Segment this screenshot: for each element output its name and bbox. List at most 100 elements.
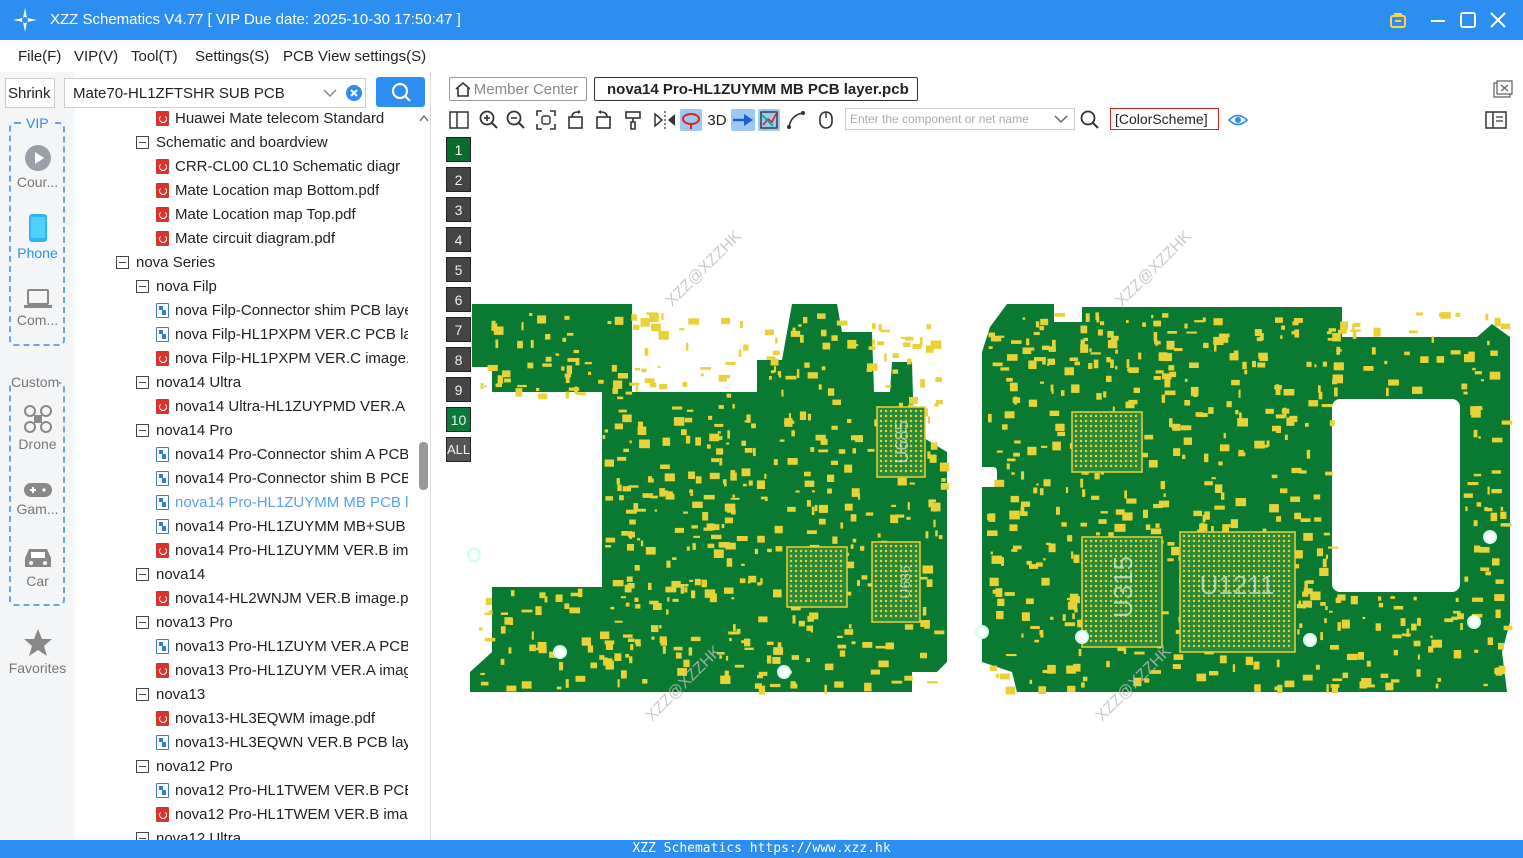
tree-folder-row[interactable]: nova14: [136, 562, 205, 586]
collapse-toggle-icon[interactable]: [136, 375, 149, 389]
collapse-toggle-icon[interactable]: [136, 423, 149, 437]
layer-button-6[interactable]: 6: [446, 287, 471, 312]
tree-file-row[interactable]: nova Filp-HL1PXPM VER.C image.p: [156, 346, 408, 370]
menu-pcb-view-settings[interactable]: PCB View settings(S): [283, 48, 426, 65]
tree-file-row[interactable]: nova14 Pro-HL1ZUYMM MB+SUB: [156, 514, 406, 538]
tree-file-row[interactable]: nova14 Pro-Connector shim B PCB: [156, 466, 408, 490]
tree-folder-row[interactable]: nova14 Ultra: [136, 370, 241, 394]
mouse-icon[interactable]: [815, 109, 837, 131]
split-view-icon[interactable]: [448, 109, 470, 131]
tree-folder-row[interactable]: nova14 Pro: [136, 418, 233, 442]
layer-button-9[interactable]: 9: [446, 377, 471, 402]
side-panel-icon[interactable]: [1485, 109, 1507, 131]
collapse-toggle-icon[interactable]: [136, 615, 149, 629]
collapse-toggle-icon[interactable]: [136, 831, 149, 840]
layer-button-3[interactable]: 3: [446, 197, 471, 222]
tab-member-center[interactable]: Member Center: [449, 77, 587, 101]
model-search-combo[interactable]: Mate70-HL1ZFTSHR SUB PCB: [64, 78, 366, 108]
tree-file-row[interactable]: Huawei Mate telecom Standard: [156, 108, 384, 130]
layer-button-1[interactable]: 1: [446, 137, 471, 162]
probe-icon[interactable]: [680, 109, 702, 131]
tree-file-row[interactable]: nova13-HL3EQWM image.pdf: [156, 706, 375, 730]
color-scheme-button[interactable]: [ColorScheme]: [1110, 108, 1219, 130]
layer-button-8[interactable]: 8: [446, 347, 471, 372]
tree-file-row[interactable]: nova Filp-Connector shim PCB laye: [156, 298, 408, 322]
nav-item-game[interactable]: Gam...: [0, 481, 75, 517]
tree-file-row[interactable]: nova13-HL3EQWN VER.B PCB layer: [156, 730, 408, 754]
tree-file-row[interactable]: nova12 Pro-HL1TWEM VER.B imag: [156, 802, 408, 826]
nav-item-computer[interactable]: Com...: [0, 288, 75, 328]
nav-item-car[interactable]: Car: [0, 545, 75, 589]
tree-file-row[interactable]: nova Filp-HL1PXPM VER.C PCB lay: [156, 322, 408, 346]
layer-button-all[interactable]: ALL: [446, 437, 471, 462]
mirror-icon[interactable]: [654, 109, 676, 131]
tree-scrollbar[interactable]: [418, 112, 430, 840]
scrollbar-thumb[interactable]: [419, 442, 428, 490]
vip-bag-icon[interactable]: [1386, 8, 1410, 32]
tree-folder-row[interactable]: nova12 Pro: [136, 754, 233, 778]
3d-view-button[interactable]: 3D: [705, 109, 729, 131]
tree-file-row[interactable]: nova14 Pro-HL1ZUYMM MB PCB l: [156, 490, 408, 514]
trace-icon[interactable]: [785, 109, 807, 131]
pcb-board-view[interactable]: U685U686 U315 U1211 XZZ@XZZHK XZZ@XZZHKXZZ@…: [442, 132, 1523, 840]
shrink-button[interactable]: Shrink: [5, 78, 55, 108]
tree-file-row[interactable]: nova14 Pro-HL1ZUYMM VER.B ima: [156, 538, 408, 562]
close-tab-icon[interactable]: [1493, 80, 1513, 98]
rotate-left-icon[interactable]: [565, 109, 587, 131]
rotate-right-icon[interactable]: [592, 109, 614, 131]
tree-file-row[interactable]: CRR-CL00 CL10 Schematic diagr: [156, 154, 400, 178]
zoom-out-icon[interactable]: [505, 109, 527, 131]
minimize-button[interactable]: [1426, 8, 1450, 32]
nav-item-phone[interactable]: Phone: [0, 213, 75, 261]
tree-folder-row[interactable]: Schematic and boardview: [136, 130, 328, 154]
scroll-up-icon[interactable]: [419, 114, 429, 122]
maximize-button[interactable]: [1456, 8, 1480, 32]
tree-file-row[interactable]: Mate Location map Bottom.pdf: [156, 178, 379, 202]
paint-brush-icon[interactable]: [623, 109, 645, 131]
tree-folder-row[interactable]: nova Filp: [136, 274, 217, 298]
close-button[interactable]: [1486, 8, 1510, 32]
collapse-toggle-icon[interactable]: [116, 255, 129, 269]
tree-file-row[interactable]: Mate circuit diagram.pdf: [156, 226, 335, 250]
collapse-toggle-icon[interactable]: [136, 279, 149, 293]
chevron-down-icon[interactable]: [1054, 114, 1068, 124]
collapse-toggle-icon[interactable]: [136, 135, 149, 149]
layer-button-2[interactable]: 2: [446, 167, 471, 192]
collapse-toggle-icon[interactable]: [136, 567, 149, 581]
component-search-input[interactable]: Enter the component or net name: [845, 108, 1075, 130]
zoom-in-icon[interactable]: [478, 109, 500, 131]
tree-folder-row[interactable]: nova12 Ultra: [136, 826, 241, 840]
layer-button-4[interactable]: 4: [446, 227, 471, 252]
search-icon[interactable]: [1079, 109, 1101, 131]
menu-file[interactable]: File(F): [18, 48, 61, 65]
nav-item-course[interactable]: Cour...: [0, 144, 75, 190]
clear-icon[interactable]: [346, 85, 362, 101]
tree-file-row[interactable]: nova13 Pro-HL1ZUYM VER.A imag: [156, 658, 408, 682]
layer-button-5[interactable]: 5: [446, 257, 471, 282]
collapse-toggle-icon[interactable]: [136, 759, 149, 773]
tree-file-row[interactable]: nova14-HL2WNJM VER.B image.pc: [156, 586, 408, 610]
menu-tool[interactable]: Tool(T): [131, 48, 178, 65]
fit-screen-icon[interactable]: [535, 109, 557, 131]
tree-file-row[interactable]: Mate Location map Top.pdf: [156, 202, 356, 226]
tree-file-row[interactable]: nova14 Ultra-HL1ZUYPMD VER.A i: [156, 394, 408, 418]
tree-file-row[interactable]: nova13 Pro-HL1ZUYM VER.A PCB l: [156, 634, 408, 658]
net-highlight-icon[interactable]: [758, 109, 780, 131]
tree-folder-row[interactable]: nova Series: [116, 250, 215, 274]
layer-button-7[interactable]: 7: [446, 317, 471, 342]
menu-settings[interactable]: Settings(S): [195, 48, 269, 65]
select-arrow-icon[interactable]: [731, 109, 755, 131]
tree-file-row[interactable]: nova12 Pro-HL1TWEM VER.B PCB l: [156, 778, 408, 802]
nav-item-drone[interactable]: Drone: [0, 404, 75, 452]
eye-icon[interactable]: [1227, 109, 1249, 131]
menu-vip[interactable]: VIP(V): [74, 48, 118, 65]
search-button[interactable]: [376, 77, 425, 107]
layer-button-10[interactable]: 10: [446, 407, 471, 432]
tab-active-file[interactable]: nova14 Pro-HL1ZUYMM MB PCB layer.pcb: [594, 77, 918, 101]
tree-folder-row[interactable]: nova13: [136, 682, 205, 706]
nav-item-favorites[interactable]: Favorites: [0, 628, 75, 676]
collapse-toggle-icon[interactable]: [136, 687, 149, 701]
tree-file-row[interactable]: nova14 Pro-Connector shim A PCB: [156, 442, 408, 466]
chevron-down-icon[interactable]: [323, 88, 337, 98]
tree-folder-row[interactable]: nova13 Pro: [136, 610, 233, 634]
